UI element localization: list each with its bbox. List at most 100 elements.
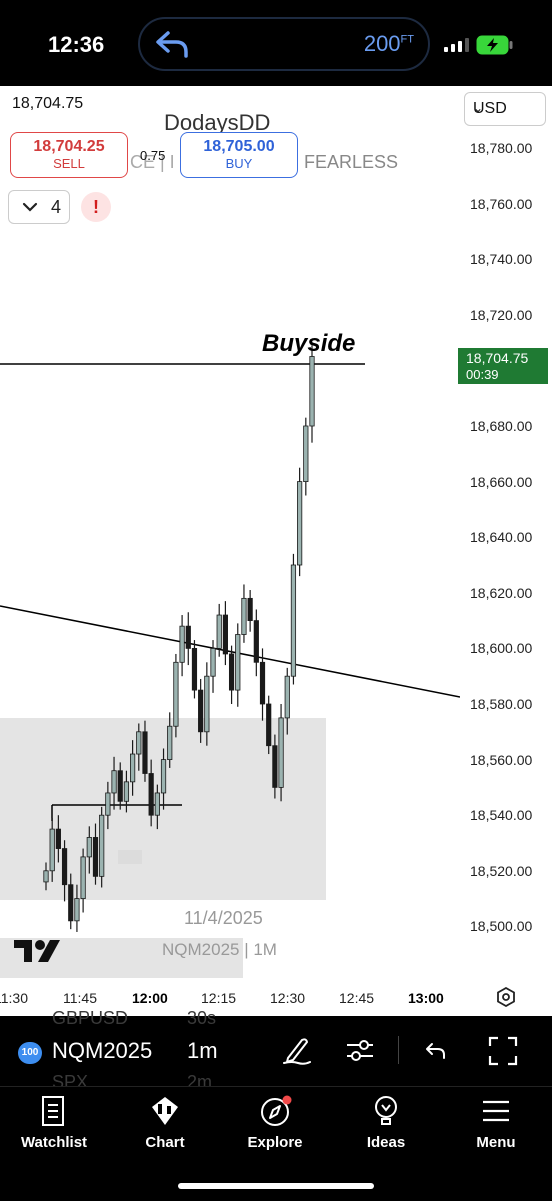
- time-tick: 12:30: [270, 990, 306, 1006]
- tag-countdown: 00:39: [466, 367, 499, 382]
- drawing-pen-icon[interactable]: [280, 1034, 312, 1066]
- price-tick: 18,580.00: [470, 696, 533, 712]
- time-tick: 13:00: [408, 990, 444, 1006]
- price-tick: 18,780.00: [470, 140, 533, 156]
- obscured-text-right: FEARLESS: [304, 152, 399, 172]
- indicators-sliders-icon[interactable]: [344, 1034, 376, 1066]
- toolbar-divider: [398, 1036, 399, 1064]
- candle-body: [241, 597, 247, 635]
- fullscreen-icon[interactable]: [486, 1034, 520, 1068]
- watchlist-icon: [42, 1096, 64, 1126]
- compass-icon: [261, 1095, 292, 1126]
- candle-body: [259, 661, 266, 705]
- status-time: 12:36: [48, 32, 105, 57]
- small-zone: [118, 850, 142, 864]
- interval-selector[interactable]: 1m: [187, 1038, 218, 1064]
- status-bar: 12:36 200FT: [0, 0, 552, 86]
- candle-body: [74, 898, 80, 922]
- sell-button[interactable]: 18,704.25 SELL: [10, 132, 128, 178]
- candle-body: [272, 745, 278, 788]
- candle-body: [179, 625, 185, 663]
- candle-body: [43, 870, 49, 883]
- chevron-down-icon: [22, 202, 38, 212]
- candle-body: [210, 648, 216, 677]
- time-tick: 11:30: [0, 990, 28, 1006]
- tab-label: Explore: [247, 1134, 303, 1151]
- ghost-interval-1: 30s: [187, 1008, 217, 1028]
- candle-body: [80, 856, 86, 900]
- undo-icon[interactable]: [422, 1034, 450, 1066]
- battery-charging-icon: [476, 35, 513, 55]
- buy-button[interactable]: 18,705.00 BUY: [180, 132, 298, 178]
- price-tick: 18,620.00: [470, 584, 533, 601]
- candle-body: [216, 614, 222, 649]
- buy-label: BUY: [225, 156, 253, 171]
- candle-body: [136, 731, 142, 755]
- current-price-tag: 18,704.75 00:39: [458, 348, 548, 384]
- candle-body: [247, 597, 253, 621]
- candle-body: [297, 481, 303, 566]
- candle-body: [198, 689, 204, 733]
- candle-body: [167, 725, 173, 760]
- candle-body: [278, 717, 284, 788]
- candle-body: [99, 814, 105, 877]
- price-tick: 18,520.00: [470, 862, 533, 879]
- candle-body: [111, 770, 117, 794]
- candle-body: [154, 792, 160, 816]
- candle-body: [142, 731, 148, 774]
- symbol-selector[interactable]: NQM2025: [52, 1038, 152, 1064]
- candle-body: [235, 634, 241, 691]
- altitude-readout: 200FT: [363, 31, 414, 56]
- indicators-toggle-button[interactable]: 4: [8, 190, 70, 224]
- candle-body: [309, 356, 315, 427]
- candle-body: [160, 759, 167, 794]
- chevron-down-icon: ⌄: [473, 101, 484, 115]
- lightbulb-icon: [375, 1096, 397, 1125]
- time-tick: 11:45: [63, 990, 97, 1006]
- candle-body: [105, 792, 111, 816]
- home-indicator: [178, 1183, 374, 1189]
- candle-body: [86, 837, 92, 858]
- candle-body: [266, 703, 272, 747]
- price-tick: 18,760.00: [470, 195, 533, 212]
- watermark-symbol: NQM2025 | 1M: [162, 940, 277, 959]
- candle-body: [173, 661, 179, 727]
- ghost-symbol-1: GBPUSD: [52, 1008, 129, 1028]
- candle-body: [204, 675, 210, 733]
- chart-icon: [152, 1097, 178, 1125]
- candle-body: [68, 884, 74, 922]
- spread-value: 0.75: [140, 148, 166, 163]
- price-tick: 18,500.00: [470, 918, 533, 935]
- candle-body: [92, 837, 99, 877]
- price-tick: 18,540.00: [470, 807, 533, 824]
- price-tick: 18,600.00: [470, 640, 533, 657]
- signal-icon: [444, 38, 469, 52]
- buyside-label: Buyside: [262, 330, 356, 357]
- time-tick: 12:00: [132, 990, 168, 1006]
- price-tick: 18,720.00: [470, 306, 533, 323]
- candle-body: [222, 614, 228, 655]
- candle-body: [123, 781, 130, 802]
- tradingview-logo-icon: [14, 940, 60, 962]
- candle-body: [228, 653, 235, 691]
- candle-body: [185, 625, 191, 649]
- tab-label: Ideas: [366, 1134, 406, 1151]
- price-tick: 18,680.00: [470, 418, 533, 434]
- time-tick: 12:45: [339, 990, 375, 1006]
- tab-label: Menu: [476, 1134, 516, 1151]
- tab-label: Watchlist: [20, 1134, 88, 1151]
- symbol-badge: 100: [18, 1042, 42, 1064]
- watermark-date: 11/4/2025: [184, 908, 263, 928]
- last-price: 18,704.75: [12, 95, 84, 112]
- candle-body: [284, 675, 290, 719]
- alert-icon[interactable]: !: [81, 192, 111, 222]
- tag-price: 18,704.75: [466, 350, 529, 366]
- candle-body: [49, 828, 55, 872]
- candle-body: [253, 620, 259, 663]
- price-tick: 18,660.00: [470, 473, 533, 490]
- candle-body: [130, 753, 136, 783]
- settings-hexagon-icon[interactable]: [496, 987, 516, 1007]
- candle-body: [55, 828, 61, 849]
- currency-select[interactable]: USD ⌄: [464, 92, 546, 126]
- dynamic-island: 200FT: [138, 17, 430, 71]
